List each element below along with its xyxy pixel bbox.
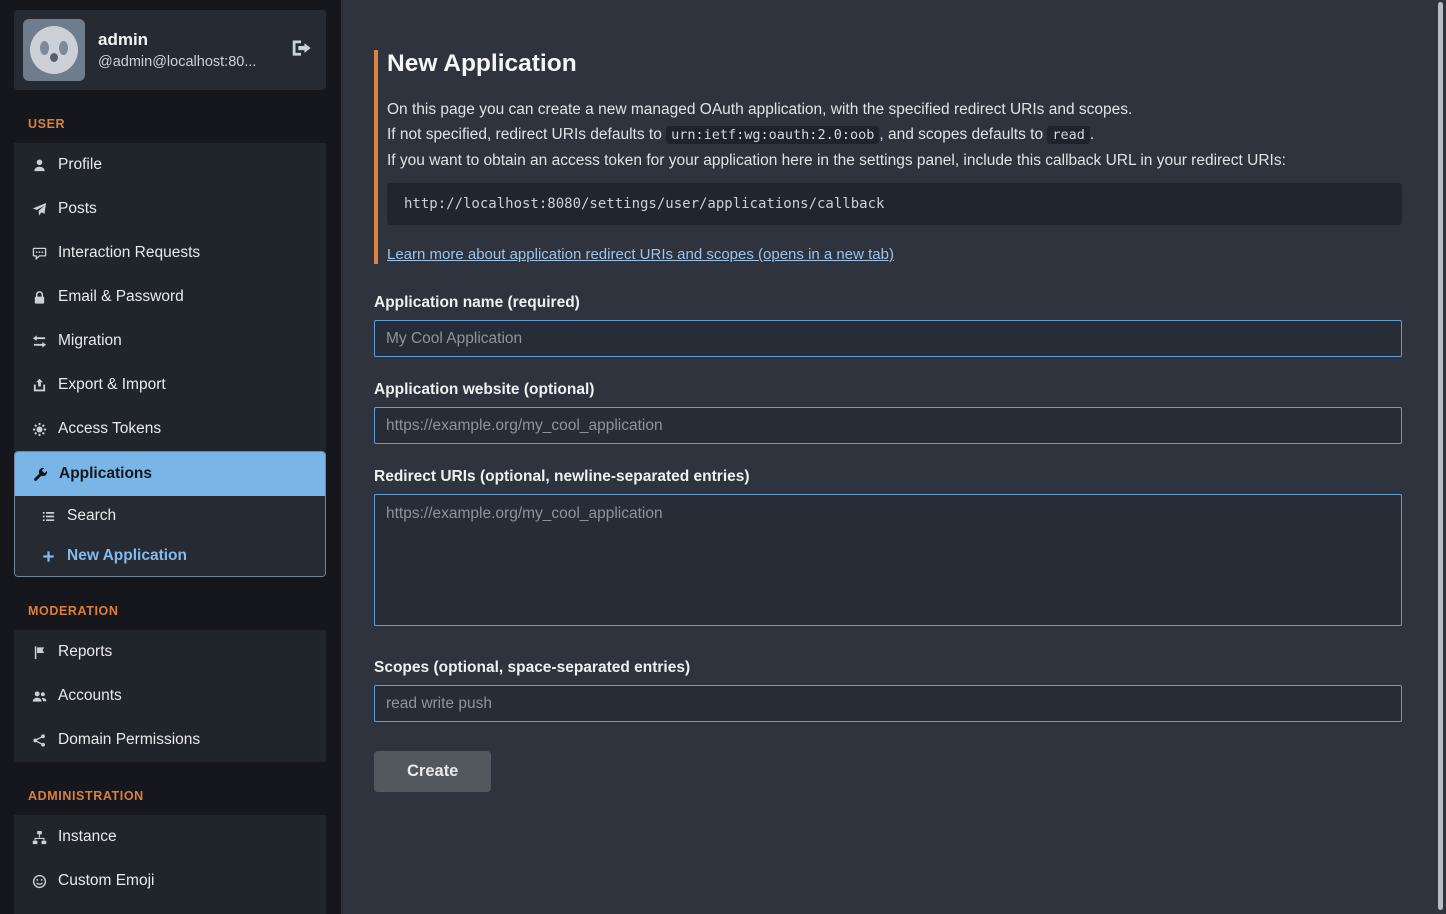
sidebar-item-label: Reports bbox=[58, 642, 112, 662]
sidebar-item-label: Posts bbox=[58, 199, 97, 219]
scopes-label: Scopes (optional, space-separated entrie… bbox=[374, 659, 1402, 677]
sidebar-item-label: Applications bbox=[59, 464, 152, 484]
plus-icon bbox=[40, 548, 56, 564]
create-button[interactable]: Create bbox=[374, 751, 491, 792]
logout-icon[interactable] bbox=[290, 37, 312, 64]
sidebar-item-label: Migration bbox=[58, 331, 122, 351]
section-header-user: USER bbox=[15, 117, 326, 131]
sidebar-item-label: Email & Password bbox=[58, 287, 184, 307]
main-content: New Application On this page you can cre… bbox=[341, 0, 1446, 914]
user-meta: admin @admin@localhost:80... bbox=[98, 30, 256, 70]
sidebar-item-new-application[interactable]: New Application bbox=[15, 536, 325, 576]
avatar bbox=[23, 19, 85, 81]
redirect-uris-field: Redirect URIs (optional, newline-separat… bbox=[374, 468, 1402, 631]
sidebar-item-label: Access Tokens bbox=[58, 419, 161, 439]
sidebar-item-domain-permissions[interactable]: Domain Permissions bbox=[14, 718, 326, 762]
scopes-input[interactable] bbox=[374, 685, 1402, 722]
section-header-moderation: MODERATION bbox=[15, 604, 326, 618]
list-icon bbox=[40, 508, 56, 524]
callback-url-codeblock: http://localhost:8080/settings/user/appl… bbox=[387, 183, 1402, 225]
application-website-field: Application website (optional) bbox=[374, 381, 1402, 444]
intro-text-segment: , and scopes defaults to bbox=[879, 126, 1047, 143]
intro-text-segment: . bbox=[1090, 126, 1094, 143]
learn-more-link[interactable]: Learn more about application redirect UR… bbox=[387, 246, 894, 263]
sidebar-item-applications[interactable]: Applications bbox=[15, 452, 325, 496]
network-nodes-icon bbox=[31, 732, 47, 748]
scopes-field: Scopes (optional, space-separated entrie… bbox=[374, 659, 1402, 722]
smile-icon bbox=[31, 873, 47, 889]
sidebar-item-export-import[interactable]: Export & Import bbox=[14, 363, 326, 407]
sidebar-item-posts[interactable]: Posts bbox=[14, 187, 326, 231]
sidebar-item-label: Export & Import bbox=[58, 375, 166, 395]
user-icon bbox=[31, 157, 47, 173]
inline-code-read: read bbox=[1047, 126, 1090, 144]
sidebar: admin @admin@localhost:80... USER Profil… bbox=[0, 0, 341, 914]
sidebar-item-profile[interactable]: Profile bbox=[14, 143, 326, 187]
intro-line2: If not specified, redirect URIs defaults… bbox=[384, 122, 1402, 148]
applications-submenu: Search New Application bbox=[15, 496, 325, 576]
sidebar-group-applications: Applications Search New Application bbox=[14, 451, 326, 577]
sidebar-item-label: Profile bbox=[58, 155, 102, 175]
user-card[interactable]: admin @admin@localhost:80... bbox=[14, 10, 326, 90]
flag-icon bbox=[31, 644, 47, 660]
sidebar-item-migration[interactable]: Migration bbox=[14, 319, 326, 363]
intro-line1: On this page you can create a new manage… bbox=[384, 97, 1402, 122]
transfer-arrows-icon bbox=[31, 333, 47, 349]
redirect-uris-textarea[interactable] bbox=[374, 494, 1402, 626]
scrollbar-thumb[interactable] bbox=[1438, 2, 1443, 910]
intro-line3: If you want to obtain an access token fo… bbox=[384, 148, 1402, 173]
sidebar-item-label: Interaction Requests bbox=[58, 243, 200, 263]
application-name-input[interactable] bbox=[374, 320, 1402, 357]
intro-block: New Application On this page you can cre… bbox=[374, 50, 1402, 264]
sidebar-item-label: Instance bbox=[58, 827, 117, 847]
sidebar-item-search[interactable]: Search bbox=[15, 496, 325, 536]
section-header-administration: ADMINISTRATION bbox=[15, 789, 326, 803]
scrollbar-track bbox=[1435, 0, 1446, 914]
sidebar-item-label: Custom Emoji bbox=[58, 871, 154, 891]
sidebar-item-label: New Application bbox=[67, 546, 187, 566]
wrench-icon bbox=[32, 466, 48, 482]
application-name-label: Application name (required) bbox=[374, 294, 1402, 312]
users-icon bbox=[31, 688, 47, 704]
sidebar-item-instance[interactable]: Instance bbox=[14, 815, 326, 859]
sidebar-item-actions[interactable]: Actions bbox=[14, 903, 326, 914]
sidebar-item-accounts[interactable]: Accounts bbox=[14, 674, 326, 718]
export-import-icon bbox=[31, 377, 47, 393]
sidebar-item-access-tokens[interactable]: Access Tokens bbox=[14, 407, 326, 451]
sidebar-item-custom-emoji[interactable]: Custom Emoji bbox=[14, 859, 326, 903]
sidebar-item-reports[interactable]: Reports bbox=[14, 630, 326, 674]
sidebar-item-label: Accounts bbox=[58, 686, 122, 706]
inline-code-oob: urn:ietf:wg:oauth:2.0:oob bbox=[666, 126, 879, 144]
paper-plane-icon bbox=[31, 201, 47, 217]
intro-text-segment: If not specified, redirect URIs defaults… bbox=[387, 126, 666, 143]
user-name: admin bbox=[98, 30, 256, 50]
page-title: New Application bbox=[384, 50, 1402, 78]
sidebar-item-interaction-requests[interactable]: Interaction Requests bbox=[14, 231, 326, 275]
sidebar-item-label: Search bbox=[67, 506, 116, 526]
redirect-uris-label: Redirect URIs (optional, newline-separat… bbox=[374, 468, 1402, 486]
sidebar-item-label: Domain Permissions bbox=[58, 730, 200, 750]
comment-icon bbox=[31, 245, 47, 261]
sidebar-item-email-password[interactable]: Email & Password bbox=[14, 275, 326, 319]
sitemap-icon bbox=[31, 829, 47, 845]
application-website-input[interactable] bbox=[374, 407, 1402, 444]
lock-icon bbox=[31, 289, 47, 305]
application-name-field: Application name (required) bbox=[374, 294, 1402, 357]
gear-icon bbox=[31, 421, 47, 437]
application-website-label: Application website (optional) bbox=[374, 381, 1402, 399]
user-handle: @admin@localhost:80... bbox=[98, 54, 256, 70]
